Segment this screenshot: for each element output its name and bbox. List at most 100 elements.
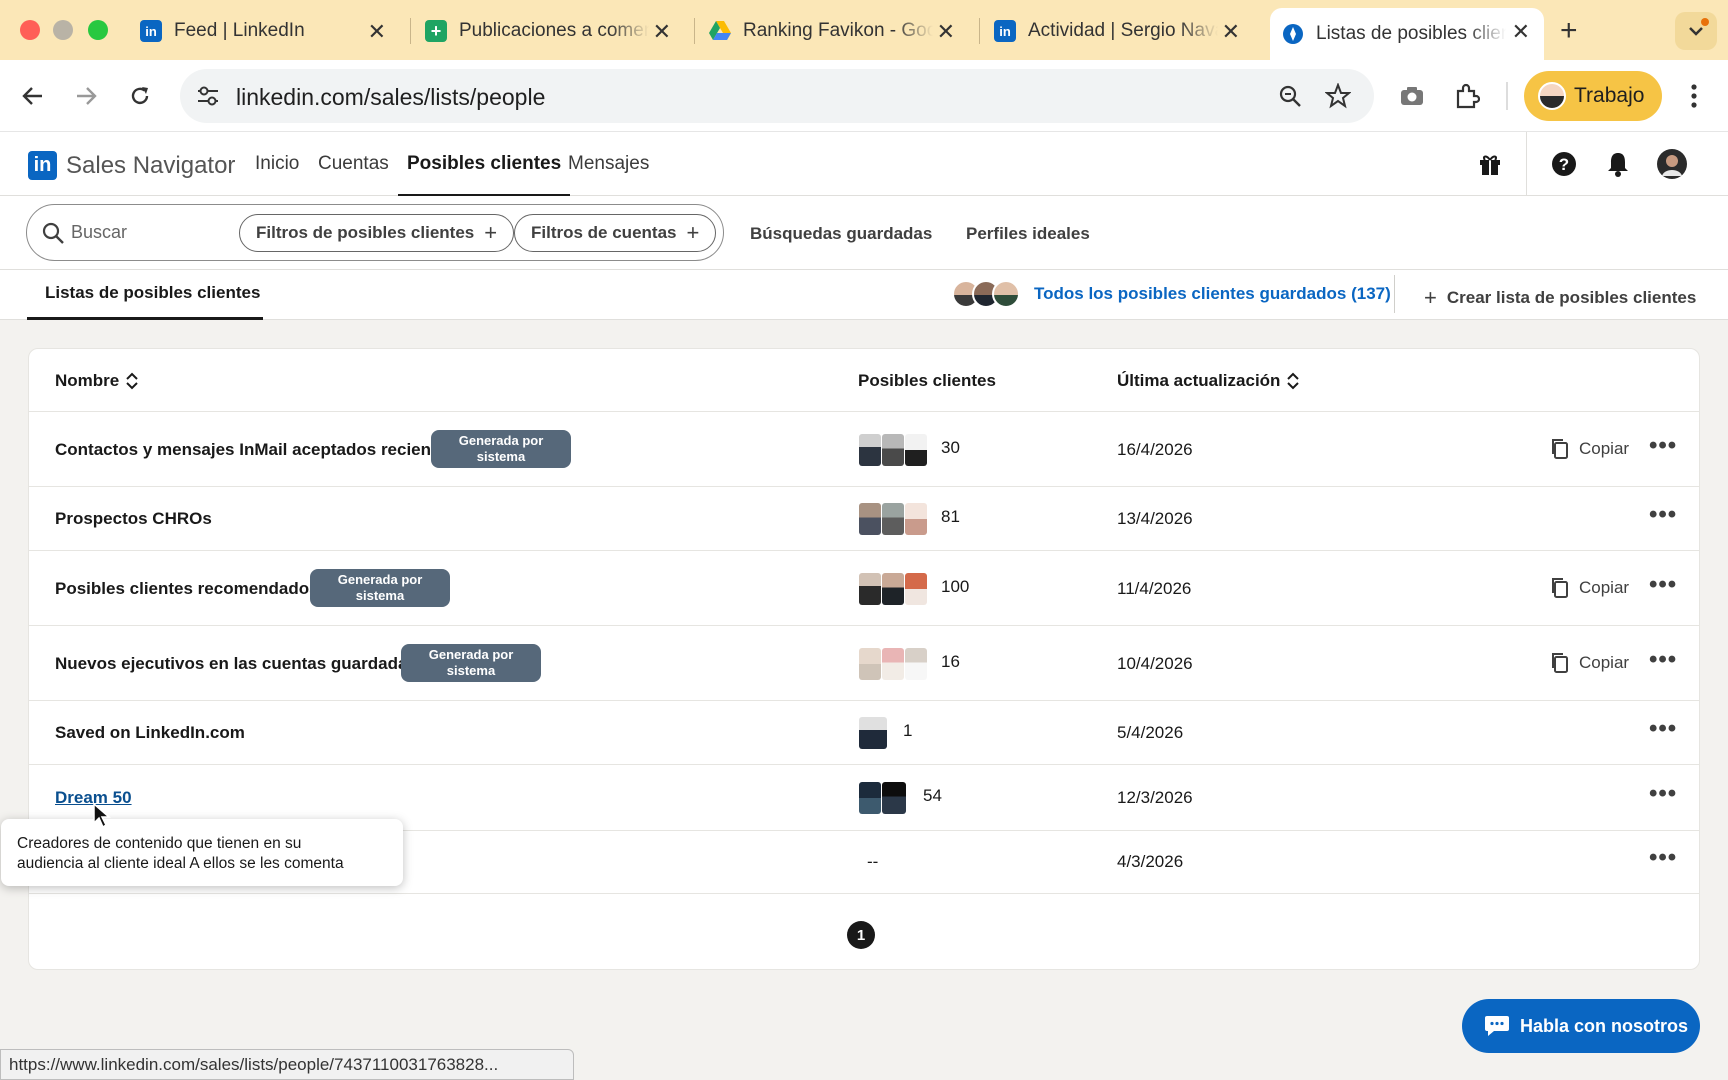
close-icon[interactable]: ✕ xyxy=(1222,19,1240,45)
system-generated-badge: Generada por sistema xyxy=(431,430,571,468)
more-options-icon[interactable]: ••• xyxy=(1649,432,1677,460)
back-button[interactable] xyxy=(17,80,49,112)
close-icon[interactable]: ✕ xyxy=(368,19,386,45)
column-header-name[interactable]: Nombre xyxy=(55,371,139,391)
list-name[interactable]: Prospectos CHROs xyxy=(55,509,212,529)
copy-button[interactable]: Copiar xyxy=(1551,438,1629,460)
notifications-bell-icon[interactable] xyxy=(1602,148,1634,180)
chat-bubble-icon xyxy=(1485,1016,1509,1036)
account-filters-label: Filtros de cuentas xyxy=(531,223,677,242)
table-row[interactable]: Contactos y mensajes InMail aceptados re… xyxy=(29,411,1699,486)
close-icon[interactable]: ✕ xyxy=(653,19,671,45)
browser-tab-feed[interactable]: in Feed | LinkedIn ✕ xyxy=(128,8,400,54)
help-icon[interactable]: ? xyxy=(1548,148,1580,180)
lead-filters-button[interactable]: Filtros de posibles clientes + xyxy=(239,214,515,252)
forward-button[interactable] xyxy=(70,80,102,112)
nav-mensajes[interactable]: Mensajes xyxy=(568,132,649,196)
tab-title: Actividad | Sergio Navarro xyxy=(1028,20,1218,41)
create-lead-list-button[interactable]: + Crear lista de posibles clientes xyxy=(1424,285,1696,311)
table-row[interactable]: Saved on LinkedIn.com 1 5/4/2026 ••• xyxy=(29,700,1699,764)
plus-icon: + xyxy=(484,220,498,245)
tab-search-button[interactable] xyxy=(1675,12,1717,50)
list-name[interactable]: Nuevos ejecutivos en las cuentas guardad… xyxy=(55,654,417,674)
plus-icon: + xyxy=(686,220,700,245)
all-saved-leads-link[interactable]: Todos los posibles clientes guardados (1… xyxy=(952,280,1391,308)
puzzle-icon xyxy=(1456,83,1480,109)
more-options-icon[interactable]: ••• xyxy=(1649,646,1677,674)
lists-subnav: Listas de posibles clientes Todos los po… xyxy=(0,270,1728,320)
bookmark-star-icon[interactable] xyxy=(1324,82,1352,114)
more-options-icon[interactable]: ••• xyxy=(1649,501,1677,529)
camera-icon xyxy=(1401,87,1423,105)
site-settings-icon[interactable] xyxy=(196,85,220,112)
column-header-updated[interactable]: Última actualización xyxy=(1117,371,1300,391)
window-maximize-button[interactable] xyxy=(88,20,108,40)
copy-icon xyxy=(1552,439,1568,459)
last-updated: 5/4/2026 xyxy=(1117,723,1184,742)
lead-thumbnails xyxy=(859,782,907,814)
browser-tab-active[interactable]: Listas de posibles clientes ✕ xyxy=(1270,8,1544,60)
gift-icon[interactable] xyxy=(1474,148,1506,180)
window-close-button[interactable] xyxy=(20,20,40,40)
chat-with-us-button[interactable]: Habla con nosotros xyxy=(1462,999,1700,1053)
chevron-down-icon xyxy=(1689,27,1703,36)
close-icon[interactable]: ✕ xyxy=(1512,19,1530,45)
new-tab-button[interactable]: + xyxy=(1560,14,1578,48)
window-minimize-button[interactable] xyxy=(53,20,73,40)
close-icon[interactable]: ✕ xyxy=(937,19,955,45)
table-row[interactable]: Nuevos ejecutivos en las cuentas guardad… xyxy=(29,625,1699,700)
browser-menu-button[interactable] xyxy=(1678,80,1710,112)
nav-posibles-clientes[interactable]: Posibles clientes xyxy=(397,132,571,197)
account-filters-button[interactable]: Filtros de cuentas + xyxy=(514,214,717,252)
camera-extension-button[interactable] xyxy=(1396,80,1428,112)
zoom-icon[interactable] xyxy=(1278,84,1302,113)
lead-count: -- xyxy=(867,852,879,871)
lead-thumbnails xyxy=(859,434,928,466)
ideal-profiles-link[interactable]: Perfiles ideales xyxy=(966,224,1090,244)
copy-button[interactable]: Copiar xyxy=(1551,652,1629,674)
lead-count: 30 xyxy=(941,438,960,457)
more-options-icon[interactable]: ••• xyxy=(1649,780,1677,808)
linkedin-logo-icon[interactable]: in xyxy=(28,151,57,180)
copy-button[interactable]: Copiar xyxy=(1551,577,1629,599)
more-options-icon[interactable]: ••• xyxy=(1649,844,1677,872)
lead-thumbnails xyxy=(859,717,888,749)
system-generated-badge: Generada por sistema xyxy=(310,569,450,607)
arrow-left-icon xyxy=(22,87,42,105)
column-header-leads: Posibles clientes xyxy=(858,371,996,390)
list-name[interactable]: Posibles clientes recomendados xyxy=(55,579,319,599)
address-bar[interactable]: linkedin.com/sales/lists/people xyxy=(180,69,1374,123)
extensions-button[interactable] xyxy=(1451,80,1483,112)
last-updated: 11/4/2026 xyxy=(1117,579,1192,598)
svg-text:?: ? xyxy=(1559,155,1569,174)
tooltip-line: audiencia al cliente ideal A ellos se le… xyxy=(17,855,344,872)
brand-name[interactable]: Sales Navigator xyxy=(66,152,235,180)
tab-lead-lists[interactable]: Listas de posibles clientes xyxy=(27,270,263,320)
browser-tab-bar: in Feed | LinkedIn ✕ + Publicaciones a c… xyxy=(0,0,1728,60)
last-updated: 16/4/2026 xyxy=(1117,440,1193,459)
list-name[interactable]: Contactos y mensajes InMail aceptados re… xyxy=(55,440,445,460)
nav-cuentas[interactable]: Cuentas xyxy=(318,132,389,196)
table-row[interactable]: Prospectos CHROs 81 13/4/2026 ••• xyxy=(29,486,1699,550)
user-avatar[interactable] xyxy=(1656,148,1688,180)
table-row[interactable]: Posibles clientes recomendados Generada … xyxy=(29,550,1699,625)
lead-count: 81 xyxy=(941,507,960,526)
saved-searches-link[interactable]: Búsquedas guardadas xyxy=(750,224,932,244)
profile-button[interactable]: Trabajo xyxy=(1524,71,1662,121)
pagination-page[interactable]: 1 xyxy=(847,921,875,949)
profile-label: Trabajo xyxy=(1574,84,1645,107)
column-header-label: Última actualización xyxy=(1117,371,1281,390)
nav-inicio[interactable]: Inicio xyxy=(255,132,299,196)
more-options-icon[interactable]: ••• xyxy=(1649,715,1677,743)
lead-count: 16 xyxy=(941,652,960,671)
sales-navigator-header: in Sales Navigator Inicio Cuentas Posibl… xyxy=(0,132,1728,197)
browser-tab-activity[interactable]: in Actividad | Sergio Navarro ✕ xyxy=(982,8,1254,54)
list-name[interactable]: Saved on LinkedIn.com xyxy=(55,723,245,743)
tab-title: Publicaciones a comentar xyxy=(459,20,649,41)
search-input[interactable] xyxy=(71,222,241,243)
browser-tab-sheets[interactable]: + Publicaciones a comentar ✕ xyxy=(413,8,685,54)
more-options-icon[interactable]: ••• xyxy=(1649,571,1677,599)
reload-button[interactable] xyxy=(124,80,156,112)
browser-tab-drive[interactable]: Ranking Favikon - Google Drive ✕ xyxy=(697,8,969,54)
lead-count: 54 xyxy=(923,786,942,805)
